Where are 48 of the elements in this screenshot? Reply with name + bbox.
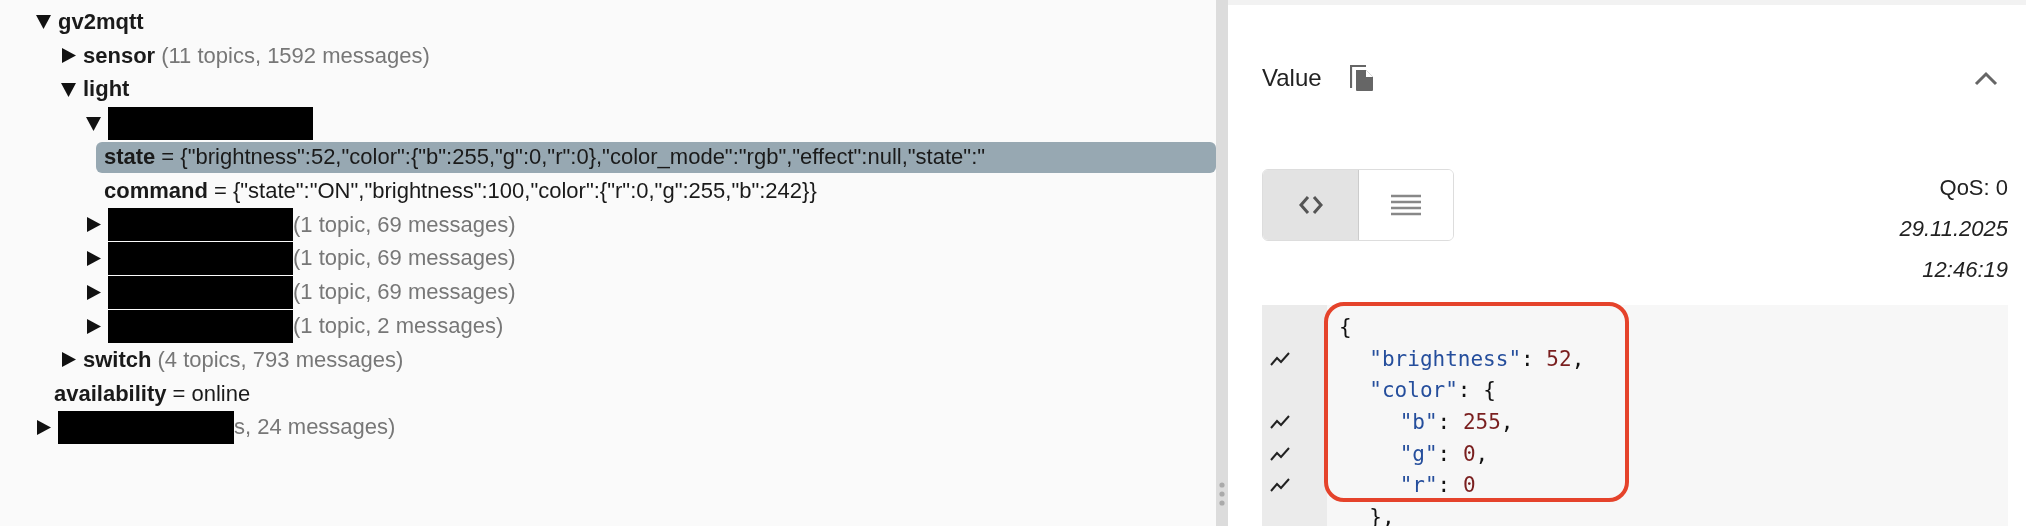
sparkline-icon[interactable] [1270,446,1290,461]
code-line: "color": { [1368,378,1496,403]
topic-summary: (1 topic, 69 messages) [293,279,516,306]
code-icon [1297,194,1324,216]
topic-name[interactable]: light [83,76,130,103]
topic-value: = {"state":"ON","brightness":100,"color":{"r":0,"g":255,"b":242}} [213,177,817,204]
code-line: "r": 0 [1398,473,1476,498]
resize-handle[interactable] [1219,482,1225,506]
collapsed-arrow-icon[interactable] [85,283,102,301]
topic-value: = {"brightness":52,"color":{"b":255,"g":0,"r":0},"color_mode":"rgb","effect":null,"state":" [161,144,986,171]
topic-name[interactable]: command [104,177,208,204]
message-date: 29.11.2025 [1899,215,2008,243]
topic-summary: s, 24 messages) [234,414,396,441]
chevron-up-icon[interactable] [1974,70,1998,86]
expanded-arrow-icon[interactable] [60,81,77,98]
topic-summary: (1 topic, 2 messages) [293,313,504,340]
message-time: 12:46:19 [1922,256,2008,284]
qos-label: QoS: 0 [1939,174,2008,202]
topic-name[interactable]: sensor [83,42,156,69]
collapsed-arrow-icon[interactable] [35,418,52,436]
view-mode-button[interactable] [1358,170,1453,240]
topic-summary: (11 topics, 1592 messages) [161,42,430,69]
code-line: "g": 0, [1398,441,1489,466]
collapsed-arrow-icon[interactable] [85,249,102,267]
topic-summary: (1 topic, 69 messages) [293,245,516,272]
collapsed-arrow-icon[interactable] [60,351,77,369]
selected-topic-row[interactable]: state = {"brightness":52,"color":{"b":255,"g":0,"r":0},"color_mode":"rgb","effect":null,"state":" [96,141,1216,173]
sparkline-icon[interactable] [1270,351,1290,366]
collapsed-arrow-icon[interactable] [85,216,102,234]
expanded-arrow-icon[interactable] [85,114,102,132]
panel-title: Value [1262,64,1322,92]
topic-name[interactable]: state [104,144,156,171]
copy-icon[interactable] [1349,64,1374,92]
sparkline-icon[interactable] [1270,478,1290,493]
code-line: "b": 255, [1398,409,1514,434]
collapsed-arrow-icon[interactable] [60,47,77,65]
lines-icon [1391,194,1421,216]
topic-value: = online [172,380,251,407]
topic-name[interactable]: switch [83,346,152,373]
code-line: { [1339,314,1352,339]
sparkline-icon[interactable] [1270,414,1290,429]
expanded-arrow-icon[interactable] [35,13,52,31]
topic-summary: (4 topics, 793 messages) [157,346,404,373]
collapsed-arrow-icon[interactable] [85,317,102,335]
topic-name[interactable]: gv2mqtt [58,8,144,35]
code-line: "brightness": 52, [1368,346,1585,371]
topic-name[interactable]: availability [54,380,167,407]
topic-summary: (1 topic, 69 messages) [293,211,516,238]
